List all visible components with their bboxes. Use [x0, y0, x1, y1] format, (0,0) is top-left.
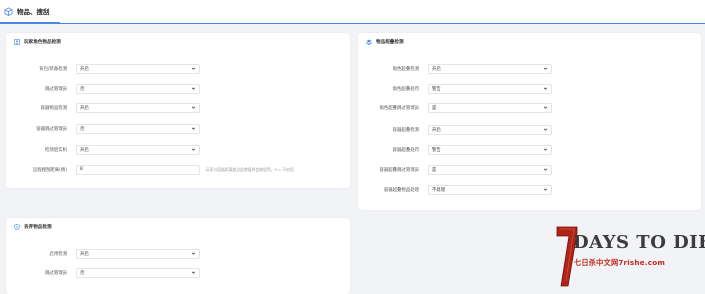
chevron-down-icon — [543, 188, 548, 191]
card-title: 玩家角色物品检测 — [24, 40, 61, 45]
chevron-down-icon — [191, 127, 196, 130]
post-check-select[interactable]: 开启 — [76, 144, 200, 155]
dropped-item-check-card: 丢弃物品检测 启用检测 开启 跳过管理员 否 — [6, 218, 350, 294]
field-label: 角色超叠检测 — [392, 66, 419, 72]
card-header: 玩家角色物品检测 — [14, 39, 61, 45]
form-row: 容器超叠处罚 警告 — [358, 144, 552, 155]
select-value: 否 — [80, 86, 85, 92]
form-row: 容器超叠物品处理 不处理 — [358, 184, 552, 195]
top-tab-bar: 物品、搜刮 — [0, 0, 705, 24]
field-label: 容器跳过管理员 — [36, 126, 67, 132]
select-value: 开启 — [80, 66, 89, 72]
watermark-subtitle: 七日杀中文网7rishe.com — [574, 258, 666, 267]
chevron-down-icon — [543, 128, 548, 131]
select-value: 警告 — [432, 147, 441, 153]
chevron-down-icon — [543, 106, 548, 109]
container-overflow-penalty-select[interactable]: 警告 — [428, 144, 552, 155]
field-label: 角色超叠处罚 — [392, 86, 419, 92]
form-row: 背包/装备检测 开启 — [6, 63, 200, 74]
form-row: 角色超叠跳过管理员 是 — [358, 102, 552, 113]
field-label: 角色超叠跳过管理员 — [379, 105, 419, 111]
container-skip-admin-select[interactable]: 否 — [76, 123, 200, 134]
container-overflow-item-handling-select[interactable]: 不处理 — [428, 184, 552, 195]
chevron-down-icon — [191, 271, 196, 274]
tab-items-scavenge[interactable]: 物品、搜刮 — [0, 0, 60, 24]
field-label: 跳过管理员 — [45, 86, 67, 92]
container-overflow-check-select[interactable]: 开启 — [428, 124, 552, 135]
layers-icon — [366, 39, 372, 45]
form-row: 容器跳过管理员 否 — [6, 123, 200, 134]
select-value: 开启 — [80, 251, 89, 257]
remote-scavenge-distance-input[interactable]: 8 — [76, 164, 200, 175]
tab-label: 物品、搜刮 — [17, 8, 50, 16]
chevron-down-icon — [543, 87, 548, 90]
select-value: 否 — [80, 126, 85, 132]
field-label: 容器超叠处罚 — [392, 147, 419, 153]
select-value: 警告 — [432, 86, 441, 92]
dropped-skip-admin-select[interactable]: 否 — [76, 267, 200, 278]
character-overflow-check-select[interactable]: 开启 — [428, 63, 552, 74]
select-value: 否 — [80, 270, 85, 276]
form-row: 角色超叠处罚 警告 — [358, 83, 552, 94]
container-check-select[interactable]: 开启 — [76, 102, 200, 113]
chevron-down-icon — [191, 67, 196, 70]
user-icon — [14, 39, 20, 45]
character-overflow-skip-admin-select[interactable]: 是 — [428, 102, 552, 113]
character-overflow-penalty-select[interactable]: 警告 — [428, 83, 552, 94]
select-value: 是 — [432, 167, 437, 173]
chevron-down-icon — [191, 87, 196, 90]
watermark-title: DAYS TO DIE — [573, 232, 705, 253]
form-row: 检测后实机 开启 — [6, 144, 200, 155]
select-value: 开启 — [80, 105, 89, 111]
skip-admin-select[interactable]: 否 — [76, 83, 200, 94]
watermark-logo: DAYS TO DIE 七日杀中文网7rishe.com — [556, 226, 705, 290]
field-label: 远程搜刮距离(格) — [32, 167, 67, 173]
chevron-down-icon — [543, 67, 548, 70]
field-label: 容器超叠跳过管理员 — [379, 167, 419, 173]
field-label: 检测后实机 — [45, 147, 67, 153]
select-value: 开启 — [432, 127, 441, 133]
field-label: 启用检测 — [49, 251, 67, 257]
cube-icon — [4, 6, 13, 16]
card-header: 丢弃物品检测 — [14, 224, 52, 230]
field-label: 容器超叠物品处理 — [383, 187, 419, 193]
chevron-down-icon — [191, 148, 196, 151]
select-value: 不处理 — [432, 187, 446, 193]
field-label: 容器超叠检测 — [392, 127, 419, 133]
field-label: 背包/装备检测 — [39, 66, 67, 72]
backpack-check-select[interactable]: 开启 — [76, 63, 200, 74]
field-label: 容器物品检测 — [40, 105, 67, 111]
item-overflow-check-card: 物品超叠检测 角色超叠检测 开启 角色超叠处罚 警告 角色超叠跳过管理员 是 容… — [358, 33, 701, 210]
form-row: 容器超叠跳过管理员 是 — [358, 164, 552, 175]
chevron-down-icon — [191, 252, 196, 255]
form-row: 跳过管理员 否 — [6, 83, 200, 94]
form-row: 容器物品检测 开启 — [6, 102, 200, 113]
card-header: 物品超叠检测 — [366, 39, 404, 45]
shield-icon — [14, 224, 20, 230]
form-row: 容器超叠检测 开启 — [358, 124, 552, 135]
form-row: 远程搜刮距离(格) 8 玩家与容器距离超过此数值将会被惩罚，0 = 不启用 — [6, 164, 294, 175]
form-row: 跳过管理员 否 — [6, 267, 200, 278]
select-value: 是 — [432, 105, 437, 111]
card-title: 丢弃物品检测 — [24, 225, 52, 230]
select-value: 开启 — [432, 66, 441, 72]
chevron-down-icon — [543, 148, 548, 151]
field-label: 跳过管理员 — [45, 270, 67, 276]
chevron-down-icon — [191, 106, 196, 109]
container-overflow-skip-admin-select[interactable]: 是 — [428, 164, 552, 175]
form-row: 角色超叠检测 开启 — [358, 63, 552, 74]
player-item-check-card: 玩家角色物品检测 背包/装备检测 开启 跳过管理员 否 容器物品检测 开启 容器… — [6, 33, 350, 188]
form-row: 启用检测 开启 — [6, 248, 200, 259]
enable-check-select[interactable]: 开启 — [76, 248, 200, 259]
field-hint: 玩家与容器距离超过此数值将会被惩罚，0 = 不启用 — [206, 166, 294, 172]
select-value: 开启 — [80, 147, 89, 153]
chevron-down-icon — [543, 168, 548, 171]
card-title: 物品超叠检测 — [376, 40, 404, 45]
input-value: 8 — [80, 167, 83, 172]
